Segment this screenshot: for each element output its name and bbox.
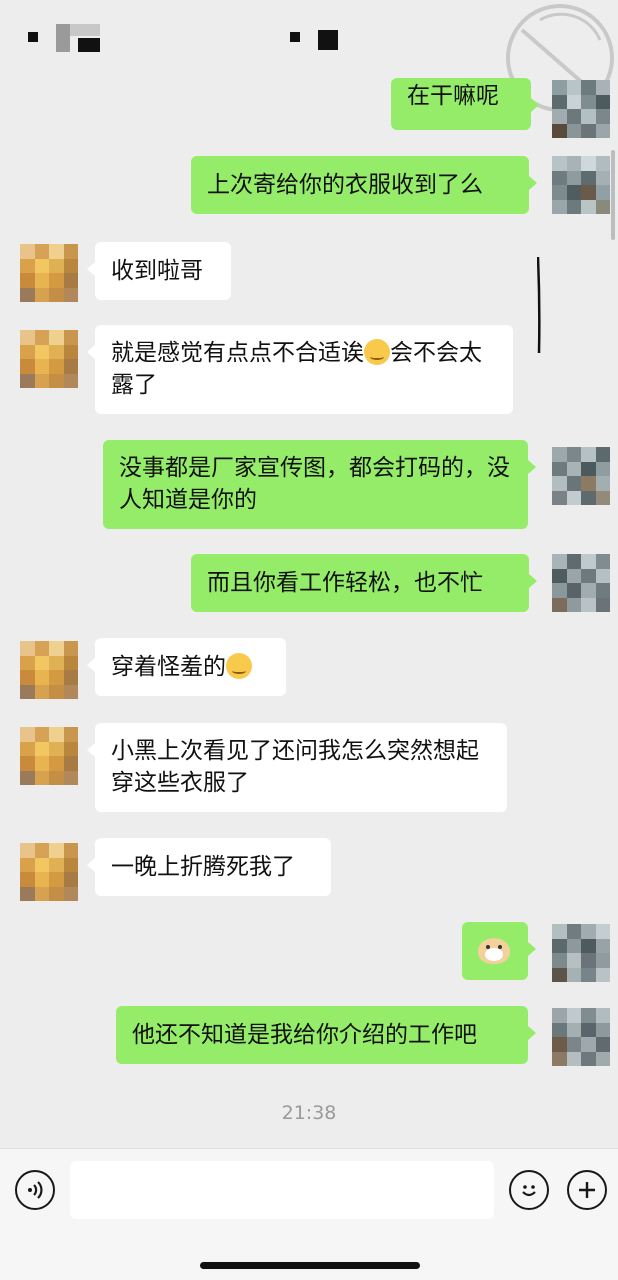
voice-icon — [28, 1181, 43, 1199]
redacted-block — [70, 24, 100, 36]
redacted-block — [78, 38, 100, 52]
home-indicator[interactable] — [200, 1262, 420, 1269]
emoji-button[interactable] — [509, 1170, 549, 1210]
redacted-block — [56, 24, 70, 52]
message-bubble-received[interactable]: 穿着怪羞的 — [87, 638, 286, 696]
message-text: 小黑上次看见了还问我怎么突然想起穿这些衣服了 — [111, 738, 479, 796]
message-bubble-received[interactable]: 收到啦哥 — [87, 242, 231, 300]
voice-input-button[interactable] — [15, 1170, 55, 1210]
message-text: 收到啦哥 — [111, 258, 203, 284]
message-bubble-sent[interactable] — [462, 922, 536, 980]
message-bubble-sent[interactable]: 在干嘛呢 — [391, 78, 539, 130]
shy-emoji-icon — [226, 653, 252, 679]
message-bubble-sent[interactable]: 没事都是厂家宣传图，都会打码的，没人知道是你的 — [103, 440, 536, 529]
message-timestamp: 21:38 — [281, 1102, 337, 1124]
smiley-icon — [522, 1185, 536, 1197]
message-text: 就是感觉有点点不合适诶 — [111, 340, 364, 366]
message-bubble-received[interactable]: 就是感觉有点点不合适诶 会不会太露了 — [87, 325, 513, 414]
contact-avatar[interactable] — [20, 843, 78, 901]
contact-avatar[interactable] — [20, 330, 78, 388]
blush-emoji-icon — [364, 339, 390, 365]
my-avatar[interactable] — [552, 554, 610, 612]
message-bubble-sent[interactable]: 而且你看工作轻松，也不忙 — [191, 554, 537, 612]
message-text: 而且你看工作轻松，也不忙 — [207, 570, 483, 596]
message-bubble-received[interactable]: 小黑上次看见了还问我怎么突然想起穿这些衣服了 — [87, 723, 507, 812]
message-text: 一晚上折腾死我了 — [111, 854, 295, 880]
message-text: 穿着怪羞的 — [111, 654, 226, 680]
my-avatar[interactable] — [552, 80, 610, 138]
redacted-block — [318, 30, 338, 50]
chat-input-bar — [0, 1148, 618, 1280]
message-bubble-sent[interactable]: 他还不知道是我给你介绍的工作吧 — [116, 1006, 536, 1064]
contact-avatar[interactable] — [20, 244, 78, 302]
message-input[interactable] — [70, 1161, 494, 1219]
contact-avatar[interactable] — [20, 641, 78, 699]
message-text: 上次寄给你的衣服收到了么 — [207, 172, 483, 198]
contact-avatar[interactable] — [20, 727, 78, 785]
my-avatar[interactable] — [552, 156, 610, 214]
redacted-block — [290, 32, 300, 42]
message-text: 他还不知道是我给你介绍的工作吧 — [132, 1022, 477, 1048]
message-text: 没事都是厂家宣传图，都会打码的，没人知道是你的 — [119, 455, 510, 513]
message-bubble-sent[interactable]: 上次寄给你的衣服收到了么 — [191, 156, 537, 214]
my-avatar[interactable] — [552, 924, 610, 982]
message-text: 在干嘛呢 — [407, 83, 499, 109]
message-bubble-received[interactable]: 一晚上折腾死我了 — [87, 838, 331, 896]
scrollbar[interactable] — [611, 150, 615, 240]
more-options-button[interactable] — [567, 1170, 607, 1210]
doge-sticker-icon — [476, 934, 512, 966]
plus-icon — [579, 1182, 595, 1198]
my-avatar[interactable] — [552, 447, 610, 505]
pen-mark — [537, 256, 541, 354]
my-avatar[interactable] — [552, 1008, 610, 1066]
redacted-block — [28, 32, 38, 42]
